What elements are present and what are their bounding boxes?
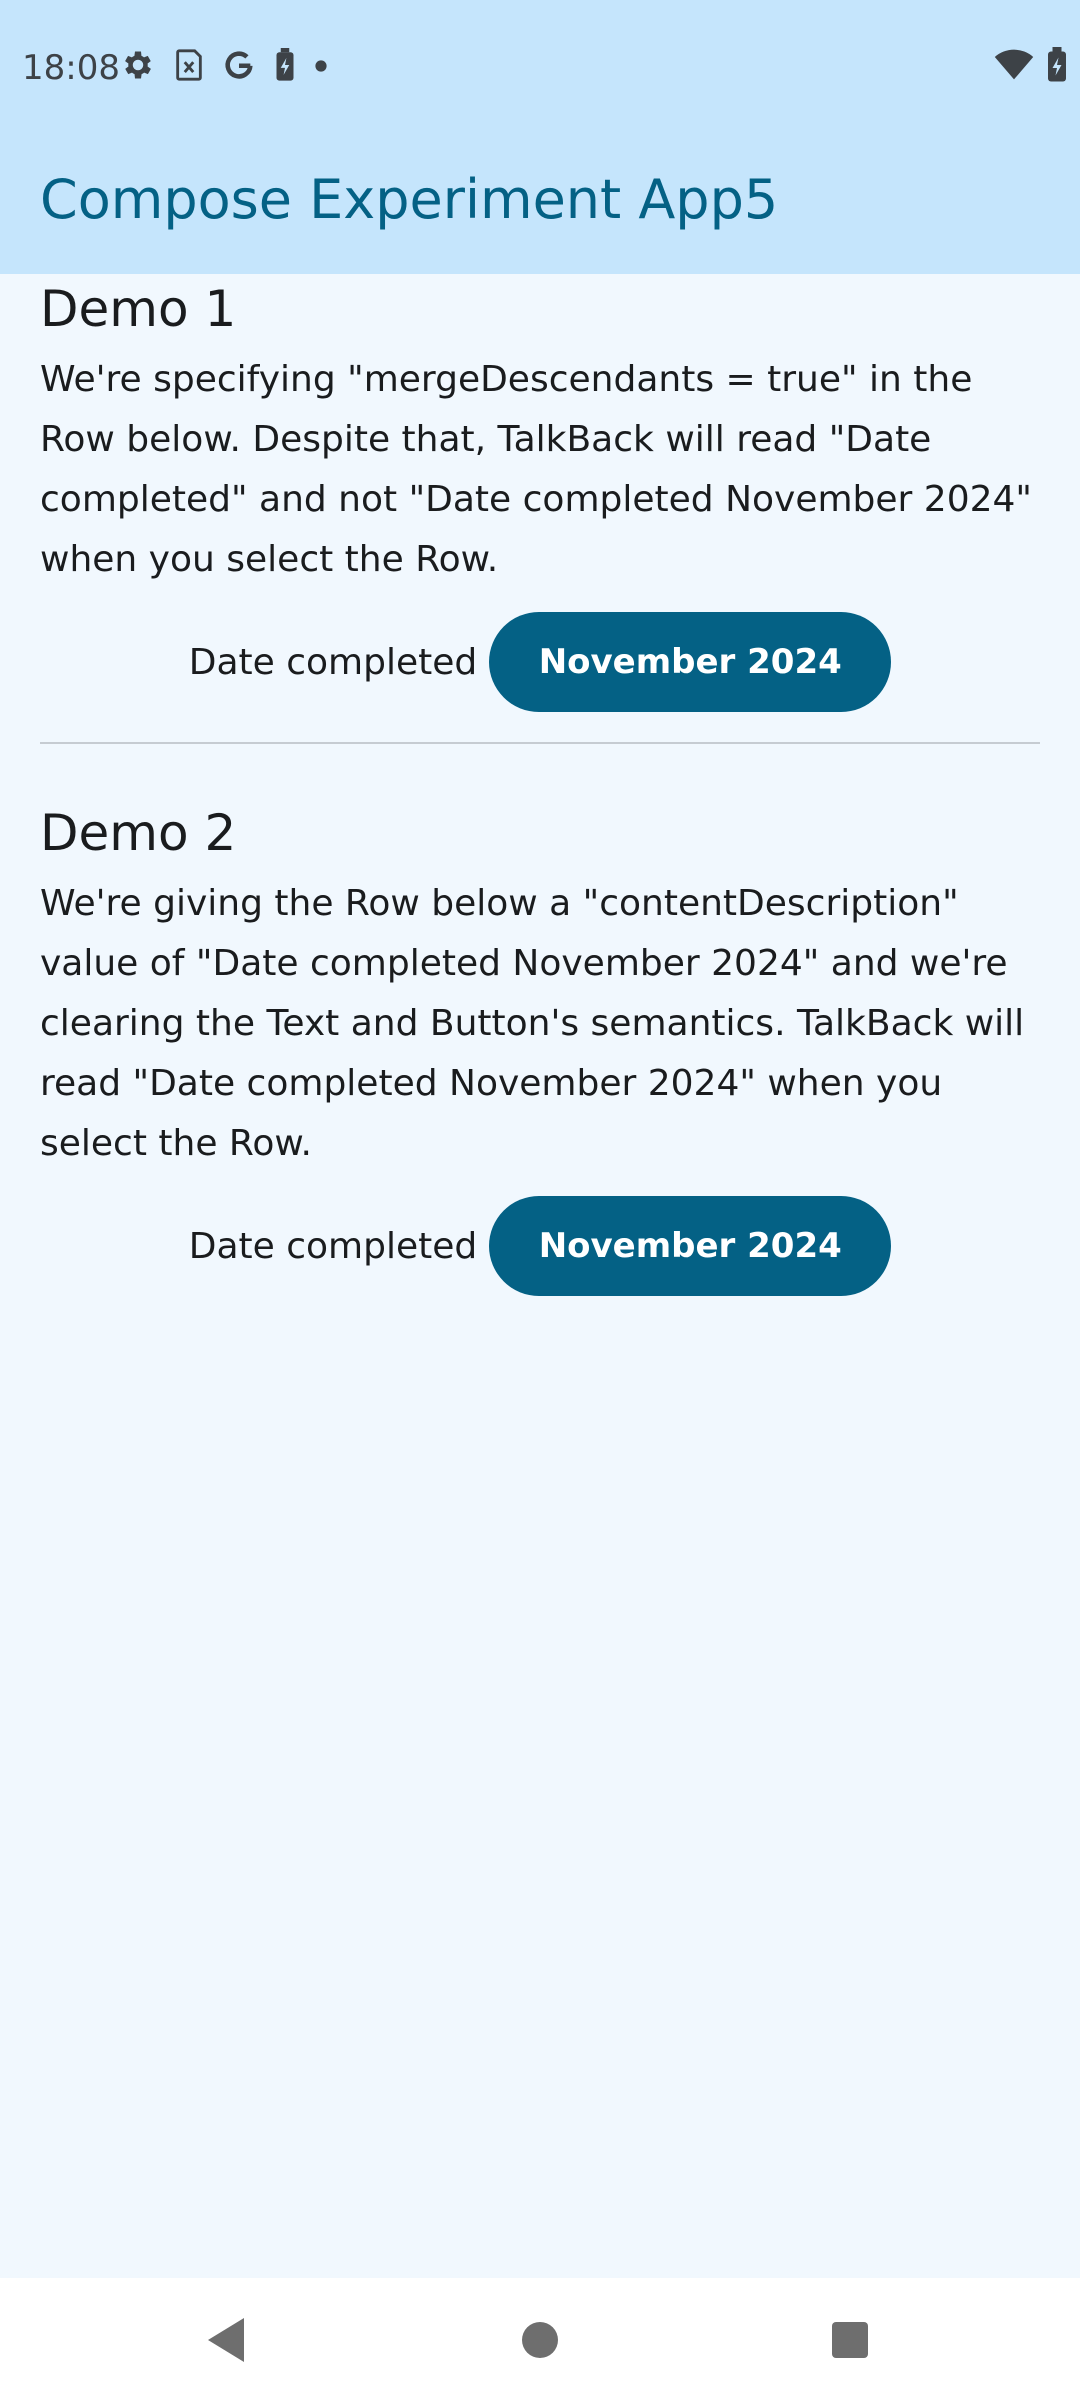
demo1-date-button[interactable]: November 2024 [489, 612, 892, 712]
back-icon[interactable] [194, 2308, 258, 2372]
battery-charging-icon [1046, 47, 1068, 87]
top-app-bar: Compose Experiment App5 [0, 134, 1080, 274]
demo1-date-label: Date completed [188, 641, 478, 683]
demo1-title: Demo 1 [40, 280, 237, 338]
demo2-date-row[interactable]: Date completed November 2024 [40, 1196, 1040, 1296]
demo1-date-row[interactable]: Date completed November 2024 [40, 612, 1040, 712]
demo2-date-label: Date completed [188, 1225, 478, 1267]
status-time: 18:08 [22, 48, 120, 88]
notification-dot-icon [314, 58, 328, 77]
demo2-title: Demo 2 [40, 804, 237, 862]
home-icon[interactable] [508, 2308, 572, 2372]
google-icon [222, 48, 256, 86]
demo1-description: We're specifying "mergeDescendants = tru… [40, 359, 1032, 580]
main-content: Demo 1 We're specifying "mergeDescendant… [40, 274, 1040, 1296]
app-title: Compose Experiment App5 [40, 168, 779, 231]
sim-card-icon [174, 48, 204, 86]
status-bar: 18:08 [0, 0, 1080, 134]
settings-gear-icon [120, 47, 156, 87]
recents-icon[interactable] [818, 2308, 882, 2372]
status-icons-left [120, 47, 346, 87]
demo2-description: We're giving the Row below a "contentDes… [40, 883, 1025, 1164]
demo2-date-button[interactable]: November 2024 [489, 1196, 892, 1296]
battery-saver-icon [274, 48, 296, 86]
demo2-section: Demo 2 We're giving the Row below a "con… [40, 798, 1040, 1296]
demo1-section: Demo 1 We're specifying "mergeDescendant… [40, 274, 1040, 712]
navigation-bar [0, 2278, 1080, 2400]
divider [40, 742, 1040, 744]
wifi-icon [994, 49, 1034, 85]
status-icons-right [982, 47, 1068, 87]
